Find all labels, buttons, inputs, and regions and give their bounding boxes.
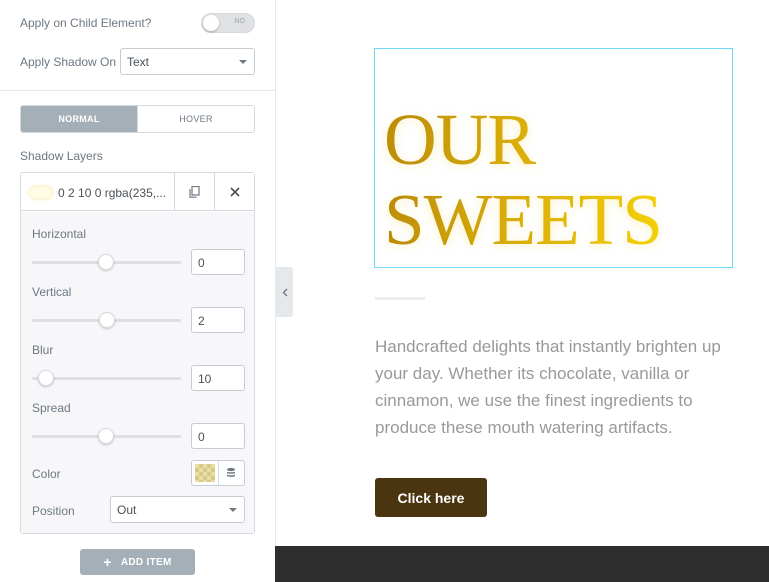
spread-slider-handle[interactable] [98,428,114,444]
tab-hover[interactable]: HOVER [137,106,254,132]
headline-line-1: OUR [384,99,536,180]
copy-icon [189,186,200,198]
apply-child-toggle[interactable]: NO [201,13,255,33]
chevron-down-icon [239,60,247,64]
global-colors-icon[interactable] [225,467,237,479]
apply-shadow-value: Text [127,55,150,69]
remove-button[interactable] [214,173,254,211]
color-swatch[interactable] [195,464,215,482]
plus-icon: + [103,554,112,570]
vertical-label: Vertical [32,285,72,299]
add-item-label: ADD ITEM [120,556,172,568]
tab-normal[interactable]: NORMAL [21,106,137,132]
shadow-layer-controls: Horizontal 0 Vertical 2 Blur 10 Spread 0… [21,212,254,533]
add-item-button[interactable]: + ADD ITEM [80,549,195,575]
apply-shadow-select[interactable]: Text [120,48,255,75]
shadow-layer-item: 0 2 10 0 rgba(235,... Horizontal 0 Verti… [20,172,255,534]
toggle-knob [203,15,219,31]
intro-paragraph: Handcrafted delights that instantly brig… [375,337,721,437]
duplicate-button[interactable] [174,173,214,211]
headline-line-2: SWEETS [384,179,663,260]
content-separator [375,297,425,300]
vertical-slider-handle[interactable] [99,312,115,328]
toggle-state-label: NO [234,18,246,25]
shadow-layers-label: Shadow Layers [20,149,103,163]
shadow-layer-title: 0 2 10 0 rgba(235,... [58,186,167,200]
editor-panel: Apply on Child Element? NO Apply Shadow … [0,0,276,582]
vertical-input[interactable]: 2 [191,307,245,333]
blur-slider-handle[interactable] [38,370,54,386]
color-label: Color [32,467,61,481]
blur-input[interactable]: 10 [191,365,245,391]
footer-bar [275,546,769,582]
shadow-preview-swatch [30,187,52,198]
headline: OUR SWEETS [384,99,663,260]
state-tabs: NORMAL HOVER [20,105,255,133]
horizontal-label: Horizontal [32,227,87,241]
collapse-panel-button[interactable] [276,267,293,317]
apply-child-label: Apply on Child Element? [20,16,152,30]
section-divider [0,90,276,91]
chevron-down-icon [229,508,237,512]
spread-label: Spread [32,401,71,415]
horizontal-slider-handle[interactable] [98,254,114,270]
position-value: Out [117,503,137,517]
color-picker[interactable] [191,460,245,486]
apply-shadow-label: Apply Shadow On [20,55,117,69]
position-label: Position [32,504,75,518]
blur-label: Blur [32,343,54,357]
blur-slider[interactable] [32,370,181,386]
spread-slider[interactable] [32,428,181,444]
horizontal-slider[interactable] [32,254,181,270]
click-here-button[interactable]: Click here [375,478,487,517]
shadow-layer-header[interactable]: 0 2 10 0 rgba(235,... [21,173,254,211]
color-separator [218,461,219,485]
position-select[interactable]: Out [110,496,245,523]
horizontal-input[interactable]: 0 [191,249,245,275]
chevron-left-icon [282,288,287,296]
close-icon [229,187,240,197]
vertical-slider[interactable] [32,312,181,328]
spread-input[interactable]: 0 [191,423,245,449]
